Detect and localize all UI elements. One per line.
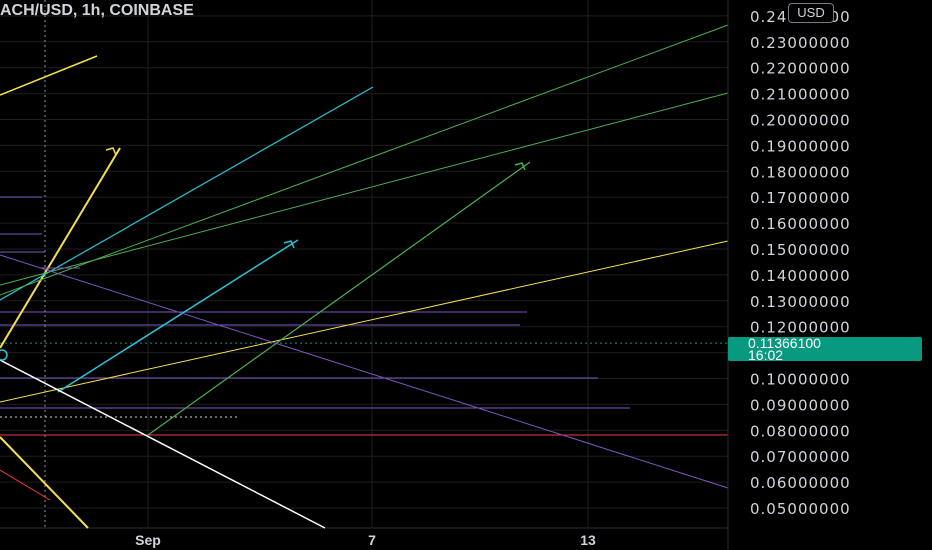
trend-line <box>0 55 98 96</box>
y-tick-label: 0.06000000 <box>750 474 851 492</box>
y-tick-label: 0.19000000 <box>750 137 851 155</box>
y-tick-label: 0.13000000 <box>750 293 851 311</box>
chart-area[interactable]: 0.05000000 0.06000000 0.07000000 0.08000000… <box>0 0 932 550</box>
y-tick-label: 0.10000000 <box>750 371 851 389</box>
trend-line <box>0 359 326 529</box>
drawing-layer <box>0 24 729 529</box>
currency-button[interactable]: USD <box>788 3 834 23</box>
horizontal-levels <box>0 196 728 436</box>
y-tick-label: 0.15000000 <box>750 241 851 259</box>
y-tick-label: 0.20000000 <box>750 112 851 130</box>
y-tick-label: 0.21000000 <box>750 86 851 104</box>
chart-title: ACH/USD, 1h, COINBASE <box>0 2 194 19</box>
y-tick-label: 0.18000000 <box>750 163 851 181</box>
y-tick-label: 0.16000000 <box>750 215 851 233</box>
trend-line <box>0 147 121 349</box>
x-tick-label: 7 <box>368 532 376 548</box>
y-tick-label: 0.12000000 <box>750 319 851 337</box>
y-tick-label: 0.09000000 <box>750 396 851 414</box>
y-tick-label: 0.07000000 <box>750 448 851 466</box>
x-tick-label: 13 <box>580 532 596 548</box>
trend-line <box>0 24 729 296</box>
y-tick-label: 0.17000000 <box>750 189 851 207</box>
arrow-head <box>283 240 295 249</box>
y-tick-label: 0.23000000 <box>750 34 851 52</box>
y-tick-label: 0.05000000 <box>750 500 851 518</box>
arrow-head <box>105 147 117 156</box>
price-axis[interactable]: 0.05000000 0.06000000 0.07000000 0.08000000… <box>750 8 851 518</box>
grid-lines <box>0 0 728 529</box>
x-tick-label: Sep <box>135 532 161 548</box>
trend-line <box>0 469 51 501</box>
last-price-label: 0.11366100 16:02 <box>728 336 922 363</box>
y-tick-label: 0.14000000 <box>750 267 851 285</box>
marker-circle <box>0 349 8 361</box>
trend-line <box>0 92 729 286</box>
bar-countdown: 16:02 <box>748 347 784 363</box>
time-axis[interactable]: Sep 7 13 <box>135 532 596 548</box>
y-tick-label: 0.08000000 <box>750 422 851 440</box>
trend-line <box>0 254 729 489</box>
y-tick-label: 0.22000000 <box>750 60 851 78</box>
trend-line <box>57 239 299 393</box>
